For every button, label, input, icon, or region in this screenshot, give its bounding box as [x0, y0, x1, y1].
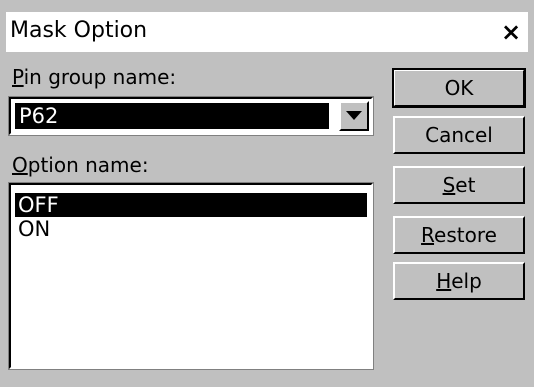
ok-button[interactable]: OK — [392, 68, 526, 108]
option-name-label: Option name: — [12, 153, 149, 177]
chevron-down-icon — [346, 111, 362, 120]
restore-button[interactable]: Restore — [393, 216, 525, 254]
dropdown-arrow-button[interactable] — [339, 101, 369, 131]
pin-group-value: P62 — [15, 103, 329, 129]
list-item-off[interactable]: OFF — [15, 193, 367, 217]
mask-option-dialog: Mask Option × Pin group name: P62 Option… — [0, 0, 534, 387]
title-bar[interactable]: Mask Option × — [6, 12, 528, 52]
pin-group-combobox[interactable]: P62 — [9, 97, 373, 135]
close-icon[interactable]: × — [498, 19, 524, 45]
option-listbox[interactable]: OFF ON — [9, 183, 373, 369]
cancel-button[interactable]: Cancel — [393, 116, 525, 154]
window-title: Mask Option — [10, 18, 148, 43]
help-button[interactable]: Help — [393, 262, 525, 300]
list-item-on[interactable]: ON — [15, 217, 367, 241]
set-button[interactable]: Set — [393, 166, 525, 204]
pin-group-label: Pin group name: — [12, 65, 177, 89]
